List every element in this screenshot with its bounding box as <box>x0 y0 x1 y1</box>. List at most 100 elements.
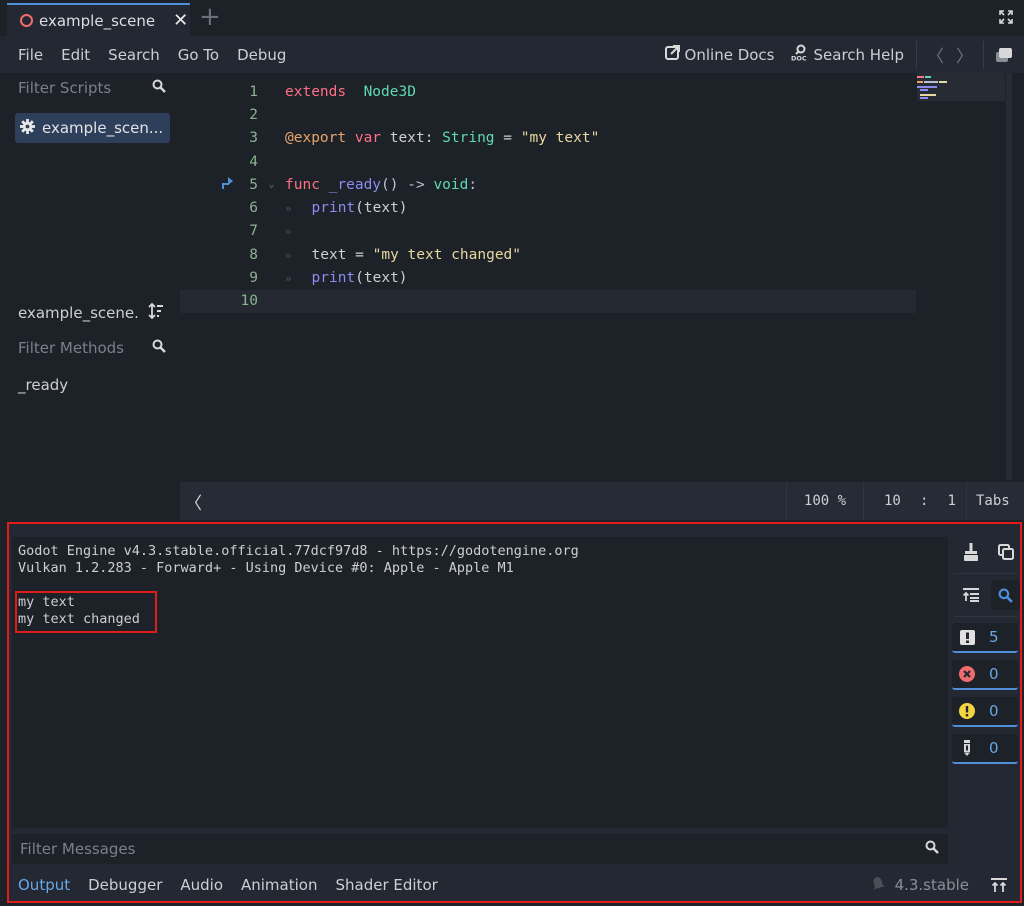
line-number: 8 <box>249 246 258 263</box>
code-token: @export <box>285 130 347 147</box>
clear-output-button[interactable] <box>956 537 985 567</box>
indent-mode[interactable]: Tabs <box>966 482 1024 520</box>
notification-bell-icon[interactable] <box>871 875 885 894</box>
code-line[interactable]: 8 » text = "my text changed" <box>180 243 916 266</box>
make-floating-icon[interactable] <box>988 47 1024 62</box>
error-icon <box>952 666 982 682</box>
tab-indent-marker: » <box>285 248 312 262</box>
current-script-row: example_scene.g <box>10 299 175 327</box>
zoom-level[interactable]: 100 % <box>786 482 863 520</box>
filter-methods-placeholder: Filter Methods <box>18 339 124 357</box>
script-list-item[interactable]: example_scen... <box>15 113 170 143</box>
tab-output[interactable]: Output <box>9 876 79 894</box>
scripts-panel: Filter Scripts example_scen... example_s… <box>10 73 175 519</box>
annotation-highlight-box <box>15 591 157 633</box>
gear-icon <box>20 118 35 138</box>
fold-arrow-icon[interactable]: ⌄ <box>258 179 285 190</box>
toggle-scripts-panel-button[interactable]: 〈 <box>180 489 202 514</box>
line-number: 3 <box>249 130 258 147</box>
output-line: Godot Engine v4.3.stable.official.77dcf9… <box>18 543 579 559</box>
code-token: func <box>285 176 320 193</box>
output-log[interactable]: Godot Engine v4.3.stable.official.77dcf9… <box>12 537 948 828</box>
errors-filter-toggle[interactable]: 0 <box>952 660 1018 690</box>
search-help-button[interactable]: DOC Search Help <box>783 44 913 65</box>
messages-count: 5 <box>989 628 999 646</box>
code-line[interactable]: 5 ⌄ func _ready() -> void: <box>180 173 916 196</box>
code-token: : <box>468 176 478 193</box>
code-text: » print(text) <box>285 270 408 286</box>
code-line[interactable]: 3 @export var text: String = "my text" <box>180 127 916 150</box>
warnings-count: 0 <box>989 702 999 720</box>
scene-root-icon <box>20 14 33 27</box>
add-scene-tab-button[interactable]: + <box>199 4 221 30</box>
menu-search[interactable]: Search <box>99 46 169 64</box>
tab-indent-marker: » <box>285 272 312 286</box>
line-number: 9 <box>249 270 258 287</box>
code-line[interactable]: 1 extends Node3D <box>180 80 916 103</box>
method-item[interactable]: _ready <box>18 376 167 394</box>
warning-icon <box>952 703 982 719</box>
output-toolbar: 5 0 0 0 <box>952 537 1020 764</box>
expand-bottom-panel-icon[interactable] <box>991 877 1007 892</box>
code-token: "my text changed" <box>372 246 522 263</box>
code-line[interactable]: 10 <box>180 289 916 313</box>
online-docs-button[interactable]: Online Docs <box>657 45 783 64</box>
code-line[interactable]: 9 » print(text) <box>180 266 916 289</box>
menu-debug[interactable]: Debug <box>228 46 295 64</box>
filter-scripts-placeholder: Filter Scripts <box>18 79 112 97</box>
external-link-icon <box>664 45 680 64</box>
code-line[interactable]: 4 <box>180 150 916 173</box>
code-token: _ready <box>328 176 382 193</box>
history-forward-button[interactable]: 〉 <box>950 42 979 67</box>
line-number: 7 <box>249 223 258 240</box>
code-text: func _ready() -> void: <box>285 177 477 193</box>
filter-scripts-input[interactable]: Filter Scripts <box>10 73 175 103</box>
menu-separator <box>983 40 984 69</box>
scene-tab-example-scene[interactable]: example_scene ✕ <box>7 3 190 36</box>
tab-animation[interactable]: Animation <box>232 876 326 894</box>
search-help-label: Search Help <box>813 45 905 64</box>
close-tab-icon[interactable]: ✕ <box>173 10 188 31</box>
filter-messages-input[interactable]: Filter Messages <box>12 834 948 864</box>
override-method-icon[interactable] <box>222 176 234 193</box>
code-token: String <box>442 130 495 147</box>
menu-edit[interactable]: Edit <box>52 46 99 64</box>
sort-icon[interactable] <box>148 302 164 323</box>
search-icon <box>925 840 939 858</box>
menu-go-to[interactable]: Go To <box>169 46 228 64</box>
copy-output-button[interactable] <box>991 537 1020 567</box>
code-token: print <box>311 270 356 287</box>
errors-count: 0 <box>989 665 999 683</box>
output-panel: Godot Engine v4.3.stable.official.77dcf9… <box>7 522 1022 903</box>
messages-filter-toggle[interactable]: 5 <box>952 623 1018 653</box>
editor-messages-filter-toggle[interactable]: 0 <box>952 734 1018 764</box>
code-editor[interactable]: 1 extends Node3D 2 3 @export var text: Strin… <box>180 73 1012 480</box>
code-line[interactable]: 6 » print(text) <box>180 197 916 220</box>
tab-audio[interactable]: Audio <box>171 876 232 894</box>
code-token: text: <box>381 130 443 147</box>
code-line[interactable]: 2 <box>180 103 916 126</box>
history-back-button[interactable]: 〈 <box>921 42 950 67</box>
minimap[interactable] <box>917 73 1005 101</box>
cursor-column: 1 <box>947 493 956 509</box>
code-token: print <box>311 200 356 217</box>
collapse-duplicates-button[interactable] <box>956 580 985 610</box>
tab-shader-editor[interactable]: Shader Editor <box>326 876 446 894</box>
pencil-icon <box>952 740 982 756</box>
tab-debugger[interactable]: Debugger <box>79 876 171 894</box>
code-line[interactable]: 7» <box>180 220 916 243</box>
cursor-separator: : <box>919 493 929 509</box>
toolbar-separator <box>954 573 1018 574</box>
warnings-filter-toggle[interactable]: 0 <box>952 697 1018 727</box>
scene-tab-label: example_scene <box>39 11 156 30</box>
filter-methods-input[interactable]: Filter Methods <box>10 333 175 363</box>
code-token: Node3D <box>363 83 416 100</box>
code-token: = <box>494 130 521 147</box>
editor-scrollbar[interactable] <box>1006 73 1012 480</box>
toggle-search-button[interactable] <box>991 580 1020 610</box>
menu-file[interactable]: File <box>0 46 52 64</box>
message-icon <box>952 629 982 645</box>
distraction-free-icon[interactable] <box>998 9 1014 25</box>
